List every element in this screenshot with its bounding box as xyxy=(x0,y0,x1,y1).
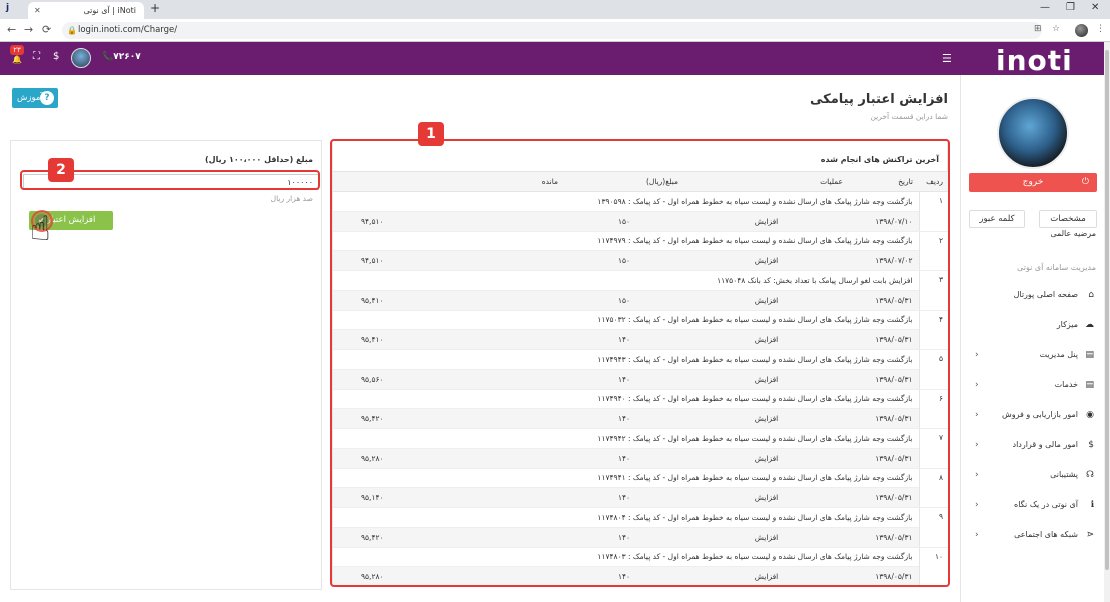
help-button[interactable]: آموزش ? xyxy=(12,88,58,108)
browser-menu-icon[interactable]: ⋮ xyxy=(1096,24,1105,34)
pointer-hand-icon: ☝ xyxy=(30,209,51,249)
sidebar-item-label: آی نوتی در یک نگاه xyxy=(1014,500,1078,509)
forward-button[interactable]: → xyxy=(24,23,33,36)
browser-tab-title: iNoti | آی نوتی xyxy=(83,6,136,15)
browser-app-icon: j xyxy=(6,3,10,13)
tab-close-icon[interactable]: ✕ xyxy=(34,2,41,19)
sidebar-item-services[interactable]: ▤ خدمات ‹ xyxy=(961,370,1104,400)
sidebar-item-finance[interactable]: $ امور مالی و قرارداد ‹ xyxy=(961,430,1104,460)
back-button[interactable]: ← xyxy=(7,23,16,36)
sidebar-item-label: امور بازاریابی و فروش xyxy=(1001,410,1078,419)
home-icon: ⌂ xyxy=(1088,290,1094,300)
sidebar-item-admin-panel[interactable]: ▤ پنل مدیریت ‹ xyxy=(961,340,1104,370)
sidebar-item-social[interactable]: ⋖ شبکه های اجتماعی ‹ xyxy=(961,520,1104,550)
chevron-left-icon: ‹ xyxy=(975,500,979,510)
sidebar-item-label: شبکه های اجتماعی xyxy=(1014,530,1078,539)
chevron-left-icon: ‹ xyxy=(975,350,979,360)
panel-icon: ▤ xyxy=(1085,350,1094,360)
password-tab-button[interactable]: کلمه عبور xyxy=(969,210,1025,228)
dollar-icon[interactable]: $ xyxy=(53,51,59,62)
lock-icon: 🔒 xyxy=(67,26,77,35)
chevron-left-icon: ‹ xyxy=(975,380,979,390)
info-icon: ℹ xyxy=(1090,500,1094,510)
header-user-avatar[interactable] xyxy=(71,48,91,68)
power-icon: ⏻ xyxy=(1081,177,1089,187)
eye-icon: ◉ xyxy=(1086,410,1094,420)
share-icon: ⋖ xyxy=(1086,530,1094,540)
browser-tab[interactable]: iNoti | آی نوتی ✕ xyxy=(28,2,144,19)
sidebar-item-label: امور مالی و قرارداد xyxy=(1012,440,1079,449)
annotation-box-transactions xyxy=(330,139,950,587)
logout-button[interactable]: خروج ⏻ xyxy=(969,173,1097,192)
sidebar-item-overview[interactable]: ℹ آی نوتی در یک نگاه ‹ xyxy=(961,490,1104,520)
close-window-button[interactable]: ✕ xyxy=(1091,2,1099,13)
cloud-icon: ☁ xyxy=(1085,320,1094,330)
increase-credit-label: افزایش اعتبار xyxy=(46,215,96,225)
url-text: login.inoti.com/Charge/ xyxy=(78,25,178,35)
sidebar-item-label: صفحه اصلی پورتال xyxy=(1013,290,1078,299)
page-subtitle: شما دراین قسمت آخرین xyxy=(870,112,948,121)
chevron-left-icon: ‹ xyxy=(975,440,979,450)
address-bar-row: ← → ⟳ 🔒 login.inoti.com/Charge/ ⊞ ☆ ⋮ xyxy=(0,19,1110,42)
sidebar-item-label: خدمات xyxy=(1054,380,1078,389)
sidebar-section-title: مدیریت سامانه آی نوتی xyxy=(1017,263,1096,272)
sidebar-item-label: میزکار xyxy=(1056,320,1078,329)
sidebar-user-avatar xyxy=(997,97,1069,169)
inoti-logo[interactable]: inoti xyxy=(996,44,1073,77)
new-tab-button[interactable]: + xyxy=(150,1,160,15)
user-name: مرضیه عالمی xyxy=(1050,229,1096,238)
sidebar-item-label: پنل مدیریت xyxy=(1039,350,1078,359)
app-header xyxy=(0,42,1104,75)
sidebar-item-marketing[interactable]: ◉ امور بازاریابی و فروش ‹ xyxy=(961,400,1104,430)
chevron-left-icon: ‹ xyxy=(975,470,979,480)
page-scrollbar[interactable] xyxy=(1104,42,1110,602)
sidebar: خروج ⏻ مشخصات کلمه عبور مرضیه عالمی مدیر… xyxy=(960,75,1104,602)
sidebar-item-label: پشتیبانی xyxy=(1050,470,1078,479)
dollar-icon: $ xyxy=(1088,440,1094,450)
help-label: آموزش xyxy=(17,93,43,103)
header-phone[interactable]: 📞۷۲۶۰۷ xyxy=(102,52,141,62)
page-title: افزایش اعتبار پیامکی xyxy=(810,92,948,107)
amount-hint: صد هزار ریال xyxy=(270,194,313,203)
header-phone-number: ۷۲۶۰۷ xyxy=(113,52,141,62)
browser-tab-bar: j iNoti | آی نوتی ✕ + — ❐ ✕ xyxy=(0,0,1110,19)
annotation-number-1: 1 xyxy=(418,122,444,146)
scrollbar-thumb[interactable] xyxy=(1105,50,1109,570)
chevron-left-icon: ‹ xyxy=(975,410,979,420)
amount-label: مبلغ (حداقل ۱۰۰،۰۰۰ ریال) xyxy=(204,155,313,164)
hamburger-menu-icon[interactable]: ☰ xyxy=(942,52,952,65)
charge-form-panel: مبلغ (حداقل ۱۰۰،۰۰۰ ریال) صد هزار ریال ✔… xyxy=(10,140,322,590)
services-icon: ▤ xyxy=(1085,380,1094,390)
annotation-number-2: 2 xyxy=(48,158,74,182)
bookmark-star-icon[interactable]: ☆ xyxy=(1052,24,1060,34)
browser-profile-avatar[interactable] xyxy=(1075,24,1088,37)
sidebar-item-support[interactable]: ☊ پشتیبانی ‹ xyxy=(961,460,1104,490)
url-field[interactable]: 🔒 login.inoti.com/Charge/ xyxy=(62,22,1042,39)
notification-badge[interactable]: ۲۳ xyxy=(10,45,24,55)
profile-tab-button[interactable]: مشخصات xyxy=(1039,210,1097,228)
maximize-button[interactable]: ❐ xyxy=(1066,2,1075,13)
question-icon: ? xyxy=(40,91,54,105)
reload-button[interactable]: ⟳ xyxy=(42,23,51,36)
fullscreen-icon[interactable]: ⛶ xyxy=(33,51,40,62)
sidebar-item-portal-home[interactable]: ⌂ صفحه اصلی پورتال xyxy=(961,280,1104,310)
chevron-left-icon: ‹ xyxy=(975,530,979,540)
notification-bell-icon[interactable]: 🔔 xyxy=(12,55,22,64)
minimize-button[interactable]: — xyxy=(1040,2,1050,13)
sidebar-item-desk[interactable]: ☁ میزکار xyxy=(961,310,1104,340)
translate-icon[interactable]: ⊞ xyxy=(1034,24,1042,34)
logout-label: خروج xyxy=(1022,177,1044,187)
headset-icon: ☊ xyxy=(1086,470,1094,480)
